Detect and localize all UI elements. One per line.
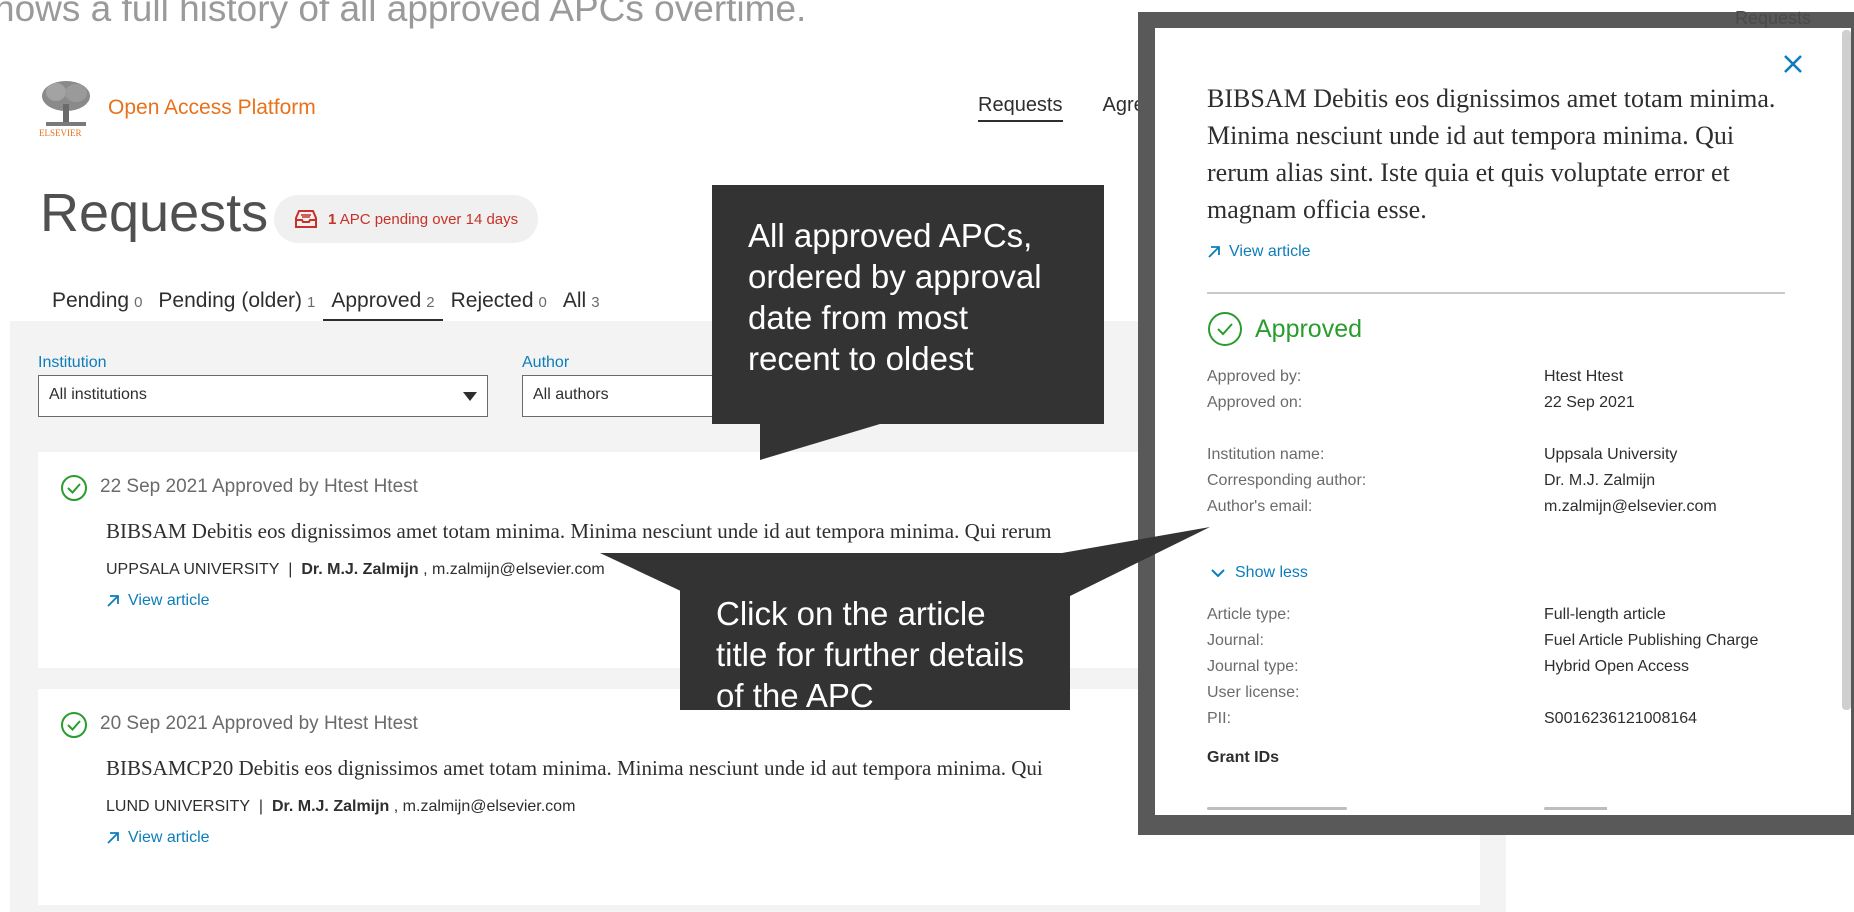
card-details: UPPSALA UNIVERSITY | Dr. M.J. Zalmijn , … — [106, 561, 605, 578]
page-title: Requests — [40, 183, 269, 243]
institution-select[interactable]: All institutions — [38, 375, 488, 417]
approved-by-label: Approved by: — [1207, 368, 1302, 385]
top-nav: Requests Agre — [978, 94, 1145, 122]
article-type-value: Full-length article — [1544, 606, 1666, 623]
panel-view-article-label: View article — [1229, 243, 1311, 260]
view-article-label: View article — [128, 829, 210, 846]
approved-on-value: 22 Sep 2021 — [1544, 394, 1635, 411]
panel-article-title: BIBSAM Debitis eos dignissimos amet tota… — [1207, 84, 1776, 224]
institution-value: Uppsala University — [1544, 446, 1678, 463]
tab-label: Pending — [52, 289, 130, 312]
tab-rejected[interactable]: Rejected 0 — [443, 289, 555, 321]
chevron-down-icon — [1211, 569, 1225, 578]
approved-check-icon — [61, 712, 87, 738]
panel-view-article-link[interactable]: View article — [1207, 243, 1311, 261]
approved-check-icon — [1208, 312, 1242, 346]
status-tabs: Pending 0 Pending (older) 1 Approved 2 Reje… — [44, 289, 608, 321]
pii-label: PII: — [1207, 710, 1232, 727]
pending-count: 1 — [328, 210, 337, 228]
pii-value: S0016236121008164 — [1544, 710, 1698, 727]
tab-all[interactable]: All 3 — [555, 289, 608, 321]
tab-pending[interactable]: Pending 0 — [44, 289, 150, 321]
tab-approved[interactable]: Approved 2 — [323, 289, 443, 321]
view-article-link[interactable]: View article — [106, 592, 210, 610]
view-article-link[interactable]: View article — [106, 829, 210, 847]
journal-type-label: Journal type: — [1207, 658, 1299, 675]
tab-count: 2 — [426, 294, 435, 311]
tab-count: 0 — [538, 294, 547, 311]
approved-on-label: Approved on: — [1207, 394, 1303, 411]
grant-ids-heading: Grant IDs — [1207, 749, 1280, 766]
view-article-label: View article — [128, 592, 210, 609]
status-label: Approved — [1255, 314, 1363, 343]
close-icon[interactable] — [1781, 52, 1805, 76]
card-details: LUND UNIVERSITY | Dr. M.J. Zalmijn , m.z… — [106, 798, 576, 815]
author-email: m.zalmijn@elsevier.com — [402, 798, 576, 815]
tab-count: 1 — [307, 294, 316, 311]
tab-count: 0 — [134, 294, 143, 311]
article-type-label: Article type: — [1207, 606, 1291, 623]
approved-by-value: Htest Htest — [1544, 368, 1624, 385]
top-caption: hows a full history of all approved APCs… — [0, 0, 807, 29]
journal-type-value: Hybrid Open Access — [1544, 658, 1689, 675]
tab-label: All — [562, 289, 587, 312]
author-filter-label: Author — [522, 354, 570, 371]
clipped-row — [1207, 807, 1607, 813]
inbox-icon — [295, 210, 317, 228]
corresponding-author-value: Dr. M.J. Zalmijn — [1544, 472, 1656, 489]
panel-header-label: Requests — [1735, 8, 1812, 28]
logo-wordmark: ELSEVIER — [39, 128, 82, 138]
institution-label: Institution name: — [1207, 446, 1325, 463]
tree-icon — [38, 78, 94, 130]
panel-status: Approved — [1207, 311, 1362, 347]
institution-name: UPPSALA UNIVERSITY — [106, 561, 280, 578]
external-arrow-icon — [1208, 246, 1220, 258]
author-select-value: All authors — [533, 386, 609, 403]
elsevier-logo[interactable]: ELSEVIER — [38, 78, 94, 140]
callout-approved-list: All approved APCs, ordered by approval d… — [712, 185, 1104, 424]
author-name: Dr. M.J. Zalmijn — [271, 798, 390, 815]
nav-requests[interactable]: Requests — [978, 94, 1063, 122]
external-arrow-icon — [107, 595, 119, 607]
pending-badge[interactable]: 1 APC pending over 14 days — [274, 195, 539, 243]
user-license-label: User license: — [1207, 684, 1300, 701]
article-title-link[interactable]: BIBSAM Debitis eos dignissimos amet tota… — [106, 519, 1051, 544]
corresponding-author-label: Corresponding author: — [1207, 472, 1367, 489]
author-email-label: Author's email: — [1207, 498, 1313, 515]
author-name: Dr. M.J. Zalmijn — [301, 561, 419, 578]
tab-count: 3 — [591, 294, 600, 311]
author-select[interactable]: All authors — [522, 375, 722, 417]
article-title-link[interactable]: BIBSAMCP20 Debitis eos dignissimos amet … — [106, 756, 1043, 781]
platform-name[interactable]: Open Access Platform — [108, 96, 316, 120]
journal-label: Journal: — [1207, 632, 1264, 649]
institution-filter-label: Institution — [38, 354, 107, 371]
card-meta: 20 Sep 2021 Approved by Htest Htest — [100, 713, 418, 734]
tab-label: Approved — [331, 289, 422, 312]
author-email-value: m.zalmijn@elsevier.com — [1544, 498, 1717, 515]
chevron-down-icon — [463, 392, 477, 401]
tab-pending-older[interactable]: Pending (older) 1 — [150, 289, 323, 321]
card-meta: 22 Sep 2021 Approved by Htest Htest — [100, 476, 418, 497]
approved-check-icon — [61, 475, 87, 501]
panel-scrollbar[interactable] — [1842, 30, 1851, 710]
panel-divider — [1207, 292, 1785, 294]
journal-value: Fuel Article Publishing Charge — [1544, 632, 1759, 649]
tab-label: Pending (older) — [158, 289, 303, 312]
institution-select-value: All institutions — [49, 386, 147, 403]
author-email: m.zalmijn@elsevier.com — [432, 561, 605, 578]
institution-name: LUND UNIVERSITY — [106, 798, 251, 815]
show-less-label: Show less — [1235, 564, 1308, 581]
tab-label: Rejected — [450, 289, 534, 312]
external-arrow-icon — [107, 832, 119, 844]
pending-text: APC pending over 14 days — [339, 210, 519, 228]
show-less-toggle[interactable]: Show less — [1211, 564, 1308, 582]
callout-article-details: Click on the article title for further d… — [680, 553, 1070, 714]
